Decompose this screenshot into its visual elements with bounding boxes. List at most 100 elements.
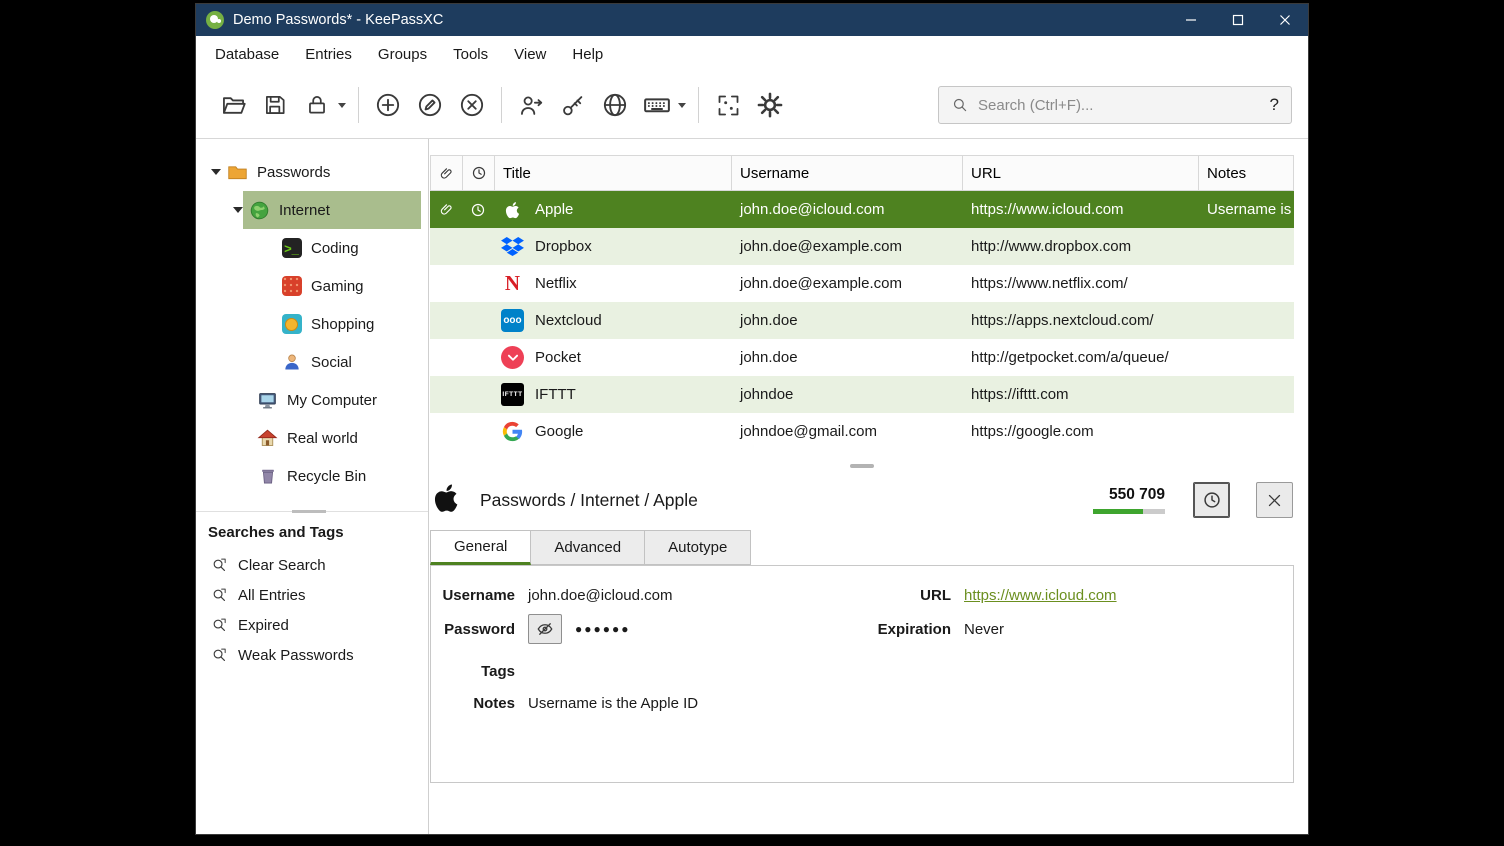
sidebar-section-splitter[interactable] [196, 511, 428, 512]
search-item-label: Weak Passwords [238, 647, 354, 664]
notes-cell [1198, 265, 1294, 302]
url-cell: https://ifttt.com [962, 376, 1198, 413]
titlebar: Demo Passwords* - KeePassXC [196, 4, 1308, 36]
paperclip-icon [439, 166, 454, 181]
totp-column-header[interactable] [463, 156, 495, 190]
notes-cell: Username is the Apple ID [1198, 191, 1294, 228]
clock-icon [471, 165, 487, 181]
copy-username-button[interactable] [510, 82, 552, 128]
group-passwords[interactable]: Passwords [196, 153, 428, 191]
edit-entry-button[interactable] [409, 82, 451, 128]
title-cell: ooo Nextcloud [494, 302, 731, 339]
search-item-label: All Entries [238, 587, 306, 604]
group-shopping[interactable]: Shopping [196, 305, 428, 343]
lock-dropdown-caret-icon[interactable] [338, 103, 346, 108]
shopping-bag-icon [281, 314, 302, 335]
window-title: Demo Passwords* - KeePassXC [233, 12, 443, 28]
settings-button[interactable] [749, 82, 791, 128]
username-cell: john.doe [731, 302, 962, 339]
url-column-header[interactable]: URL [963, 156, 1199, 190]
maximize-button[interactable] [1214, 4, 1261, 36]
panel-splitter[interactable] [430, 450, 1294, 476]
menu-view[interactable]: View [501, 39, 559, 70]
autotype-dropdown-caret-icon[interactable] [678, 103, 686, 108]
entry-row-netflix[interactable]: N Netflix john.doe@example.com https://w… [430, 265, 1294, 302]
google-icon [501, 420, 524, 443]
search-tag-icon [211, 587, 228, 604]
search-expired[interactable]: Expired [196, 610, 428, 640]
open-url-button[interactable] [594, 82, 636, 128]
attachment-cell [430, 228, 462, 265]
group-gaming[interactable]: Gaming [196, 267, 428, 305]
username-column-header[interactable]: Username [732, 156, 963, 190]
group-social[interactable]: Social [196, 343, 428, 381]
reveal-password-button[interactable] [528, 614, 562, 644]
menu-tools[interactable]: Tools [440, 39, 501, 70]
menu-help[interactable]: Help [559, 39, 616, 70]
attachment-column-header[interactable] [431, 156, 463, 190]
minimize-button[interactable] [1167, 4, 1214, 36]
totp-cell [462, 376, 494, 413]
username-cell: john.doe@example.com [731, 228, 962, 265]
group-label: Passwords [257, 164, 330, 181]
tab-advanced[interactable]: Advanced [531, 530, 645, 565]
title-column-header[interactable]: Title [495, 156, 732, 190]
group-real-world[interactable]: Real world [196, 419, 428, 457]
toolbar-separator [501, 87, 502, 123]
search-all-entries[interactable]: All Entries [196, 580, 428, 610]
entry-title: Pocket [535, 349, 581, 366]
entry-title: IFTTT [535, 386, 576, 403]
entry-row-dropbox[interactable]: Dropbox john.doe@example.com http://www.… [430, 228, 1294, 265]
entry-row-google[interactable]: Google johndoe@gmail.com https://google.… [430, 413, 1294, 450]
open-database-button[interactable] [212, 82, 254, 128]
group-label: Internet [279, 202, 330, 219]
menu-database[interactable]: Database [202, 39, 292, 70]
tab-autotype[interactable]: Autotype [645, 530, 751, 565]
url-cell: https://www.netflix.com/ [962, 265, 1198, 302]
preview-tabs: General Advanced Autotype [430, 530, 1294, 565]
delete-entry-button[interactable] [451, 82, 493, 128]
entry-title: Google [535, 423, 583, 440]
add-entry-button[interactable] [367, 82, 409, 128]
tab-general[interactable]: General [430, 530, 531, 565]
clock-icon [470, 202, 486, 218]
group-recycle-bin[interactable]: Recycle Bin [196, 457, 428, 495]
entry-row-ifttt[interactable]: IFTTT IFTTT johndoe https://ifttt.com [430, 376, 1294, 413]
search-weak-passwords[interactable]: Weak Passwords [196, 640, 428, 670]
search-clear-search[interactable]: Clear Search [196, 550, 428, 580]
save-database-button[interactable] [254, 82, 296, 128]
copy-password-button[interactable] [552, 82, 594, 128]
lock-database-button[interactable] [296, 82, 338, 128]
group-coding[interactable]: >_ Coding [196, 229, 428, 267]
notes-column-header[interactable]: Notes [1199, 156, 1293, 190]
perform-autotype-button[interactable] [636, 82, 678, 128]
group-my-computer[interactable]: My Computer [196, 381, 428, 419]
entry-row-nextcloud[interactable]: ooo Nextcloud john.doe https://apps.next… [430, 302, 1294, 339]
close-preview-button[interactable] [1256, 482, 1293, 518]
menu-groups[interactable]: Groups [365, 39, 440, 70]
help-button[interactable]: ? [1270, 95, 1279, 115]
menu-entries[interactable]: Entries [292, 39, 365, 70]
search-input[interactable] [978, 97, 1261, 114]
group-internet[interactable]: Internet [196, 191, 428, 229]
password-value: ●●●●●● [575, 622, 631, 636]
entry-preview-header: Passwords / Internet / Apple 550 709 [430, 476, 1294, 524]
expand-arrow-icon[interactable] [233, 207, 243, 213]
totp-button[interactable] [1193, 482, 1230, 518]
search-item-label: Clear Search [238, 557, 326, 574]
monitor-icon [257, 390, 278, 411]
house-icon [257, 428, 278, 449]
close-button[interactable] [1261, 4, 1308, 36]
entry-row-apple[interactable]: Apple john.doe@icloud.com https://www.ic… [430, 191, 1294, 228]
expand-arrow-icon[interactable] [211, 169, 221, 175]
title-cell: Google [494, 413, 731, 450]
splitter-handle-icon[interactable] [850, 464, 874, 468]
password-generator-button[interactable] [707, 82, 749, 128]
entry-row-pocket[interactable]: Pocket john.doe http://getpocket.com/a/q… [430, 339, 1294, 376]
entry-apple-icon [430, 481, 464, 520]
tags-label: Tags [431, 663, 515, 680]
group-label: Social [311, 354, 352, 371]
attachment-cell [430, 376, 462, 413]
totp-cell [462, 302, 494, 339]
url-link[interactable]: https://www.icloud.com [964, 587, 1117, 604]
